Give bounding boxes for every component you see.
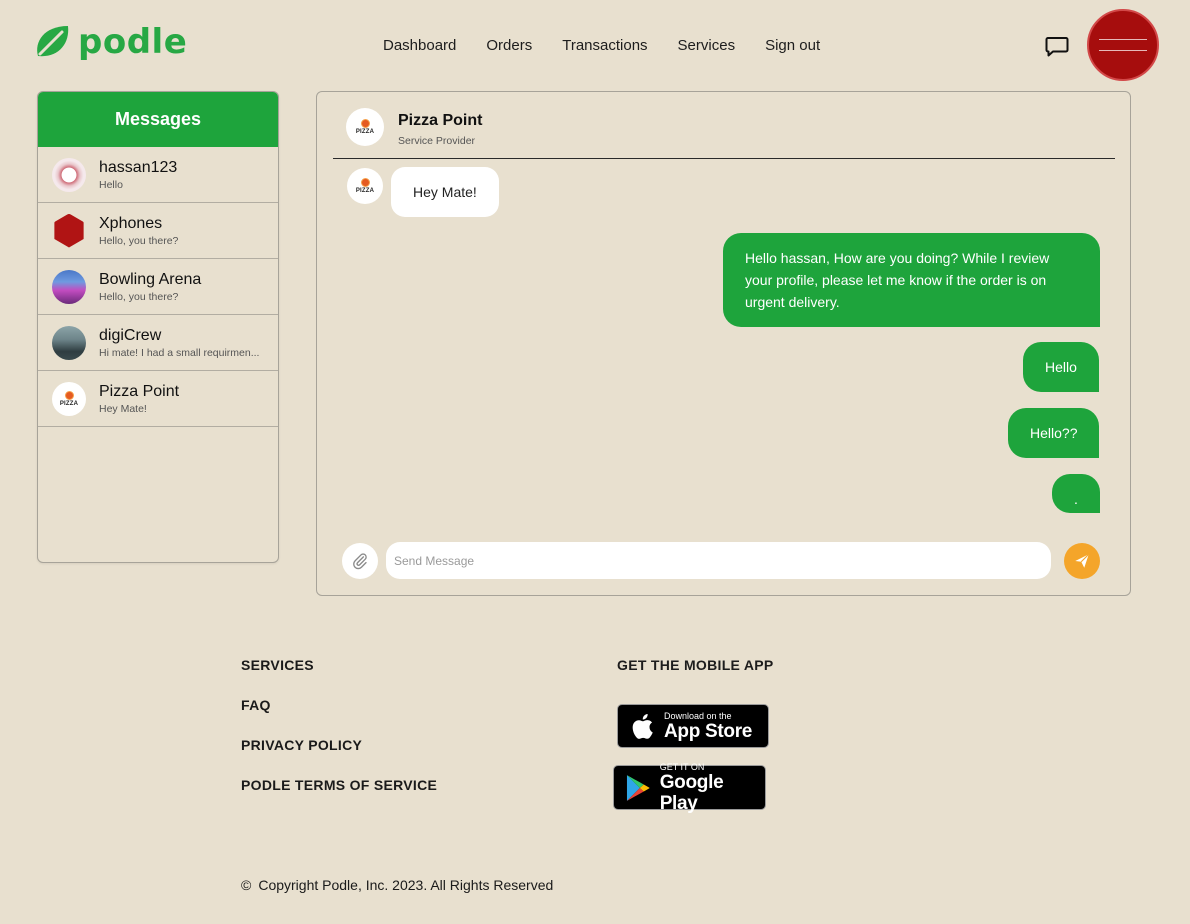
xphones-avatar bbox=[54, 213, 84, 248]
conversation-item-digicrew[interactable]: digiCrew Hi mate! I had a small requirme… bbox=[38, 315, 278, 371]
message-outgoing: Hello hassan, How are you doing? While I… bbox=[723, 233, 1100, 327]
google-play-badge[interactable]: GET IT ON Google Play bbox=[613, 761, 766, 814]
chat-contact-avatar: PIZZA bbox=[346, 108, 384, 146]
conversation-preview: Hey Mate! bbox=[99, 403, 147, 415]
pizza-logo-text: PIZZA bbox=[355, 188, 375, 194]
conversation-item-hassan123[interactable]: hassan123 Hello bbox=[38, 147, 278, 203]
google-play-big-text: Google Play bbox=[659, 771, 724, 814]
conversation-item-xphones[interactable]: Xphones Hello, you there? bbox=[38, 203, 278, 259]
conversation-item-pizza-point[interactable]: PIZZA Pizza Point Hey Mate! bbox=[38, 371, 278, 427]
pizza-logo-icon bbox=[360, 178, 370, 187]
apple-icon bbox=[632, 714, 653, 739]
chat-bubble-icon[interactable] bbox=[1045, 36, 1069, 58]
conversation-item-bowling-arena[interactable]: Bowling Arena Hello, you there? bbox=[38, 259, 278, 315]
footer-link-faq[interactable]: FAQ bbox=[241, 697, 271, 713]
messages-sidebar: Messages hassan123 Hello Xphones Hello, … bbox=[37, 91, 279, 563]
brand-name: podle bbox=[78, 22, 188, 62]
conversation-preview: Hello bbox=[99, 179, 123, 191]
chat-contact-role: Service Provider bbox=[398, 135, 476, 147]
chat-contact-name: Pizza Point bbox=[398, 112, 483, 129]
messages-title: Messages bbox=[38, 92, 278, 147]
footer-link-terms[interactable]: PODLE TERMS OF SERVICE bbox=[241, 777, 437, 793]
nav-services[interactable]: Services bbox=[678, 37, 736, 54]
pizza-logo-text: PIZZA bbox=[355, 129, 375, 135]
copyright-text: Copyright Podle, Inc. 2023. All Rights R… bbox=[258, 877, 554, 893]
copyright-icon: © bbox=[241, 877, 252, 893]
user-avatar[interactable] bbox=[1087, 9, 1159, 81]
conversation-preview: Hello, you there? bbox=[99, 291, 179, 303]
pizza-logo-icon bbox=[64, 390, 74, 400]
digicrew-avatar bbox=[52, 325, 86, 360]
google-play-small-text: GET IT ON bbox=[659, 761, 705, 772]
footer-link-services[interactable]: SERVICES bbox=[241, 657, 314, 673]
conversation-name: Pizza Point bbox=[99, 383, 180, 400]
send-button[interactable] bbox=[1064, 543, 1100, 579]
nav-orders[interactable]: Orders bbox=[486, 37, 532, 54]
avatar-logo-mark bbox=[1099, 39, 1147, 51]
copyright: © Copyright Podle, Inc. 2023. All Rights… bbox=[241, 877, 553, 893]
message-outgoing: . bbox=[1052, 474, 1100, 513]
message-outgoing: Hello?? bbox=[1008, 408, 1100, 458]
mobile-app-heading: GET THE MOBILE APP bbox=[617, 657, 774, 673]
message-incoming: Hey Mate! bbox=[391, 167, 499, 217]
main-nav: Dashboard Orders Transactions Services S… bbox=[383, 37, 820, 54]
leaf-icon bbox=[37, 26, 69, 57]
app-store-big-text: App Store bbox=[664, 720, 753, 742]
app-store-small-text: Download on the bbox=[664, 710, 732, 721]
conversation-name: digiCrew bbox=[99, 327, 162, 344]
brand-logo[interactable]: podle bbox=[32, 22, 187, 62]
conversation-name: Bowling Arena bbox=[99, 271, 202, 288]
chat-panel: PIZZA Pizza Point Service Provider PIZZA… bbox=[316, 91, 1131, 596]
pizza-avatar: PIZZA bbox=[52, 381, 86, 416]
message-sender-avatar: PIZZA bbox=[347, 168, 383, 204]
conversation-preview: Hello, you there? bbox=[99, 235, 179, 247]
app-store-badge[interactable]: Download on the App Store bbox=[617, 704, 769, 748]
google-play-icon bbox=[626, 774, 650, 801]
conversation-name: hassan123 bbox=[99, 159, 178, 176]
nav-transactions[interactable]: Transactions bbox=[562, 37, 647, 54]
hassan-avatar bbox=[52, 157, 86, 192]
footer-link-privacy-policy[interactable]: PRIVACY POLICY bbox=[241, 737, 362, 753]
chat-header: PIZZA Pizza Point Service Provider bbox=[333, 92, 1115, 159]
conversation-name: Xphones bbox=[99, 215, 163, 232]
send-icon bbox=[1075, 553, 1090, 568]
conversation-preview: Hi mate! I had a small requirmen... bbox=[99, 347, 260, 359]
message-outgoing: Hello bbox=[1023, 342, 1099, 392]
nav-sign-out[interactable]: Sign out bbox=[765, 37, 820, 54]
message-input[interactable] bbox=[386, 542, 1051, 579]
bowling-avatar bbox=[52, 269, 86, 304]
nav-dashboard[interactable]: Dashboard bbox=[383, 37, 456, 54]
pizza-logo-text: PIZZA bbox=[59, 400, 79, 407]
pizza-logo-icon bbox=[360, 119, 370, 128]
paperclip-icon bbox=[353, 553, 367, 570]
attach-button[interactable] bbox=[342, 543, 378, 579]
